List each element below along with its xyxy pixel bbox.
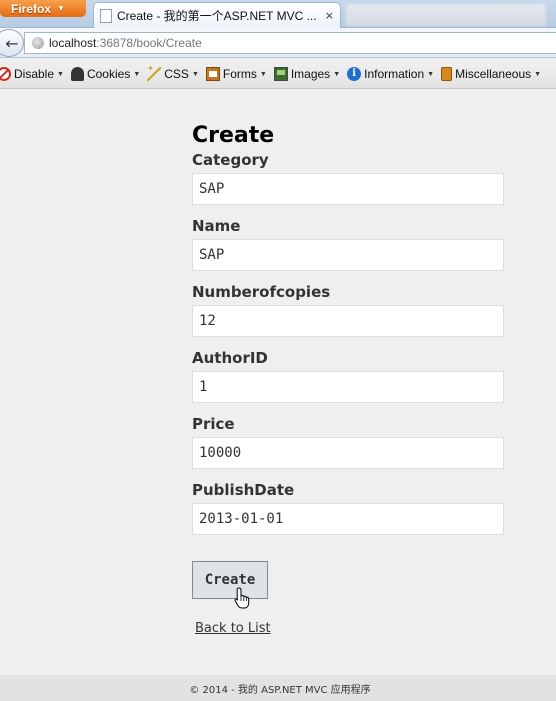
toolbar-label: CSS <box>164 66 189 81</box>
page-footer: © 2014 - 我的 ASP.NET MVC 应用程序 <box>0 675 556 701</box>
field-category: Category SAP <box>192 151 504 217</box>
field-name: Name SAP <box>192 217 504 283</box>
back-arrow-icon: ← <box>5 33 19 53</box>
field-price: Price 10000 <box>192 415 504 481</box>
authorid-input[interactable]: 1 <box>192 371 504 403</box>
images-icon <box>273 66 288 81</box>
chevron-down-icon: ▼ <box>57 4 65 13</box>
navigation-bar: ← localhost:36878/book/Create <box>0 28 556 58</box>
tab-bar: Firefox ▼ Create - 我的第一个ASP.NET MVC ... … <box>0 0 556 28</box>
field-label: AuthorID <box>192 349 268 367</box>
toolbar-item-forms[interactable]: Forms ▼ <box>205 66 267 81</box>
toolbar-label: Forms <box>222 66 257 81</box>
globe-icon <box>32 37 44 49</box>
toolbar-item-disable[interactable]: Disable ▼ <box>0 66 64 81</box>
toolbar-label: Disable <box>14 66 55 81</box>
web-developer-toolbar: Disable ▼ Cookies ▼ CSS ▼ Forms ▼ Images… <box>0 59 556 89</box>
url-path: :36878/book/Create <box>96 36 202 50</box>
field-publishdate: PublishDate 2013-01-01 <box>192 481 504 547</box>
close-tab-icon[interactable]: × <box>325 9 334 22</box>
back-to-list-link[interactable]: Back to List <box>195 621 271 636</box>
information-icon: i <box>347 66 362 81</box>
browser-tab-active[interactable]: Create - 我的第一个ASP.NET MVC ... × <box>93 2 341 28</box>
numberofcopies-input[interactable]: 12 <box>192 305 504 337</box>
field-numberofcopies: Numberofcopies 12 <box>192 283 504 349</box>
name-input[interactable]: SAP <box>192 239 504 271</box>
url-text: localhost:36878/book/Create <box>49 36 202 50</box>
url-host: localhost <box>49 36 97 50</box>
dropdown-arrow-icon: ▼ <box>133 71 141 78</box>
toolbar-item-images[interactable]: Images ▼ <box>273 66 341 81</box>
toolbar-label: Images <box>290 66 331 81</box>
create-button[interactable]: Create <box>192 561 268 599</box>
toolbar-label: Information <box>364 66 425 81</box>
page-title: Create <box>192 123 275 148</box>
page-content: Create Category SAP Name SAP Numberofcop… <box>0 90 556 675</box>
toolbar-item-css[interactable]: CSS ▼ <box>147 64 199 81</box>
dropdown-arrow-icon: ▼ <box>259 71 267 78</box>
hand-cursor-icon <box>234 587 250 609</box>
field-authorid: AuthorID 1 <box>192 349 504 415</box>
field-label: Name <box>192 217 241 235</box>
forms-icon <box>205 66 220 81</box>
firefox-menu-label: Firefox <box>11 1 52 16</box>
dropdown-arrow-icon: ▼ <box>427 71 435 78</box>
dropdown-arrow-icon: ▼ <box>57 71 64 78</box>
css-icon <box>147 64 162 81</box>
toolbar-item-information[interactable]: i Information ▼ <box>347 66 435 81</box>
cookies-icon <box>70 66 84 81</box>
toolbar-item-cookies[interactable]: Cookies ▼ <box>70 66 141 81</box>
create-form: Create Category SAP Name SAP Numberofcop… <box>192 121 504 636</box>
field-label: PublishDate <box>192 481 295 499</box>
category-input[interactable]: SAP <box>192 173 504 205</box>
toolbar-label: Miscellaneous <box>455 66 532 81</box>
field-label: Numberofcopies <box>192 283 331 301</box>
footer-text: © 2014 - 我的 ASP.NET MVC 应用程序 <box>189 684 371 696</box>
publishdate-input[interactable]: 2013-01-01 <box>192 503 504 535</box>
field-label: Price <box>192 415 235 433</box>
toolbar-item-miscellaneous[interactable]: Miscellaneous ▼ <box>441 66 542 81</box>
field-label: Category <box>192 151 269 169</box>
dropdown-arrow-icon: ▼ <box>534 71 542 78</box>
disable-icon <box>0 66 11 81</box>
dropdown-arrow-icon: ▼ <box>191 71 199 78</box>
miscellaneous-icon <box>441 66 453 81</box>
firefox-menu-button[interactable]: Firefox ▼ <box>0 0 86 17</box>
dropdown-arrow-icon: ▼ <box>333 71 341 78</box>
address-bar[interactable]: localhost:36878/book/Create <box>24 32 556 54</box>
page-icon <box>100 8 112 23</box>
toolbar-label: Cookies <box>86 66 131 81</box>
back-button[interactable]: ← <box>0 29 24 57</box>
browser-tab-blurred[interactable] <box>346 4 546 26</box>
price-input[interactable]: 10000 <box>192 437 504 469</box>
tab-title: Create - 我的第一个ASP.NET MVC ... <box>117 9 317 23</box>
